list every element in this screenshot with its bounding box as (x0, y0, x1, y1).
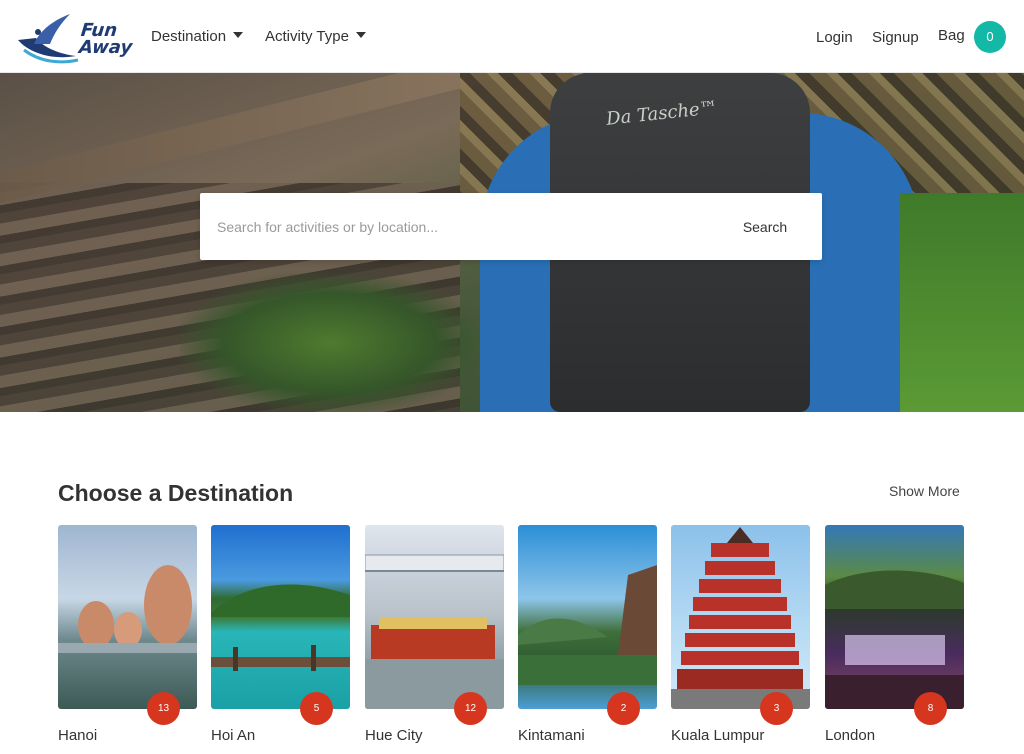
destination-card-hoi-an[interactable]: 5 Hoi An (211, 525, 350, 754)
destination-card-hanoi[interactable]: 13 Hanoi (58, 525, 197, 754)
bag-label[interactable]: Bag (938, 27, 965, 44)
destination-image (211, 525, 350, 709)
destination-name: Hoi An (211, 727, 256, 744)
nav-destination-dropdown[interactable]: Destination (151, 28, 244, 45)
kintamani-temple (518, 565, 657, 685)
hoi-an-pier (211, 584, 350, 671)
fun-away-logo[interactable]: Fun Away (14, 10, 133, 66)
destination-name: Kuala Lumpur (671, 727, 765, 744)
activity-count-badge: 13 (147, 692, 180, 725)
activity-count-badge: 3 (760, 692, 793, 725)
destination-image (671, 525, 810, 709)
search-input[interactable] (200, 193, 710, 260)
destination-card-kintamani[interactable]: 2 Kintamani (518, 525, 657, 754)
activity-count-badge: 8 (914, 692, 947, 725)
nav-activity-type-label: Activity Type (265, 28, 349, 45)
destination-name: Kintamani (518, 727, 585, 744)
activity-count-badge: 2 (607, 692, 640, 725)
destination-name: Hue City (365, 727, 423, 744)
top-navbar: Fun Away Destination Activity Type Login… (0, 0, 1024, 73)
destination-card-london[interactable]: 8 London (825, 525, 964, 754)
destination-card-hue-city[interactable]: 12 Hue City (365, 525, 504, 754)
caret-down-icon (233, 32, 244, 38)
activity-count-badge: 12 (454, 692, 487, 725)
hanoi-lotus-buildings (58, 565, 197, 653)
nav-activity-type-dropdown[interactable]: Activity Type (265, 28, 366, 45)
search-button[interactable]: Search (712, 193, 818, 260)
section-title: Choose a Destination (58, 480, 294, 506)
signup-link[interactable]: Signup (872, 29, 919, 46)
hero-foliage-right (900, 193, 1024, 412)
hero-foliage (180, 273, 480, 412)
london-concert (825, 570, 964, 709)
caret-down-icon (355, 32, 366, 38)
login-link[interactable]: Login (816, 29, 853, 46)
destination-image (518, 525, 657, 709)
bag-count-badge[interactable]: 0 (974, 21, 1006, 53)
destination-image (58, 525, 197, 709)
show-more-link[interactable]: Show More (889, 483, 960, 499)
destination-image (825, 525, 964, 709)
destination-name: London (825, 727, 876, 744)
hue-boat-bridge (365, 554, 504, 709)
kuala-lumpur-pagoda (671, 527, 810, 709)
activity-count-badge: 5 (300, 692, 333, 725)
destination-name: Hanoi (58, 727, 98, 744)
destination-card-kuala-lumpur[interactable]: 3 Kuala Lumpur (671, 525, 810, 754)
logo-wordmark: Fun Away (78, 20, 134, 58)
nav-destination-label: Destination (151, 28, 227, 45)
destination-image (365, 525, 504, 709)
